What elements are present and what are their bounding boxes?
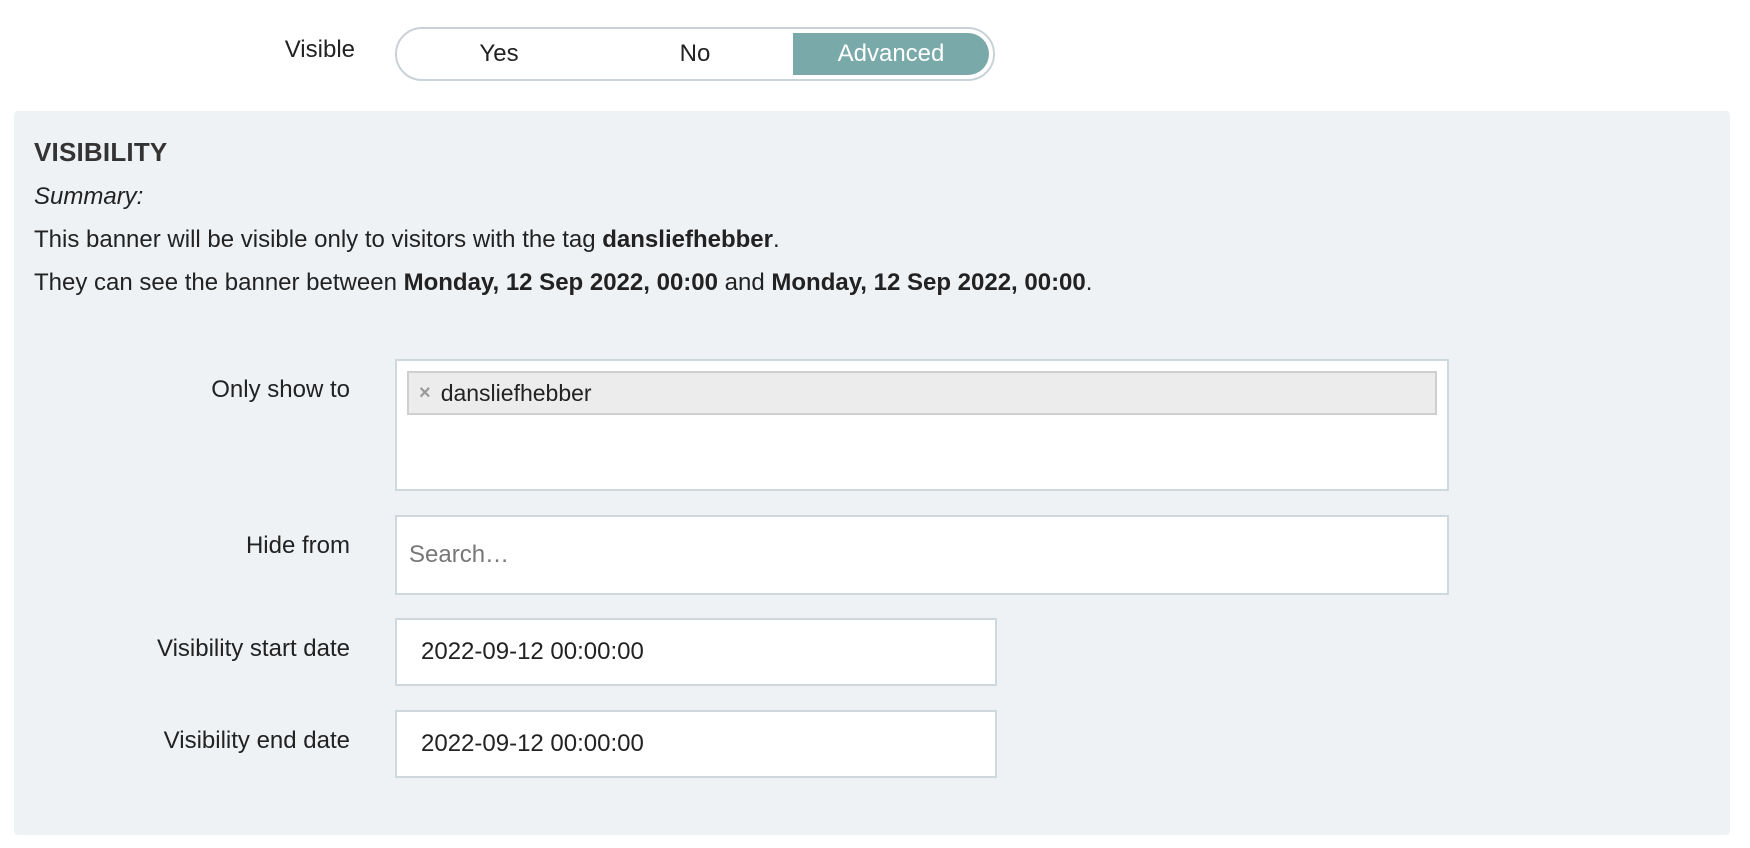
hide-from-label: Hide from [245,532,350,559]
visible-option-yes[interactable]: Yes [401,33,597,75]
hide-from-search-input[interactable] [397,517,1447,593]
hide-from-field [395,515,1449,595]
summary-label: Summary: [34,183,144,210]
summary-start-date: Monday, 12 Sep 2022, 00:00 [403,269,718,296]
visible-label: Visible [284,36,355,63]
tag-chip: × dansliefhebber [407,371,1437,415]
visible-option-advanced[interactable]: Advanced [793,33,989,75]
summary-dates-line: They can see the banner between Monday, … [34,269,1092,297]
summary-end-date: Monday, 12 Sep 2022, 00:00 [771,269,1086,296]
summary-dates-suffix: . [1085,269,1093,296]
visible-option-no[interactable]: No [597,33,793,75]
summary-tag-suffix: . [772,226,780,253]
tag-chip-label: dansliefhebber [440,379,592,406]
summary-tag-prefix: This banner will be visible only to visi… [34,226,603,253]
end-date-input[interactable] [397,712,995,776]
panel-title: VISIBILITY [34,137,168,167]
end-date-field [395,710,997,778]
remove-tag-icon[interactable]: × [419,382,431,405]
start-date-input[interactable] [397,620,995,684]
visibility-settings-page: Visible Yes No Advanced VISIBILITY Summa… [0,0,1750,848]
start-date-field [395,618,997,686]
only-show-to-field[interactable]: × dansliefhebber [395,359,1449,491]
summary-tag-name: dansliefhebber [602,226,773,253]
only-show-to-label: Only show to [211,376,350,403]
summary-dates-and: and [717,269,772,296]
visibility-panel: VISIBILITY Summary: This banner will be … [14,111,1730,835]
summary-tag-line: This banner will be visible only to visi… [34,226,780,254]
summary-dates-prefix: They can see the banner between [34,269,404,296]
end-date-label: Visibility end date [163,727,350,754]
visible-segmented-control: Yes No Advanced [395,27,995,81]
start-date-label: Visibility start date [157,635,350,662]
